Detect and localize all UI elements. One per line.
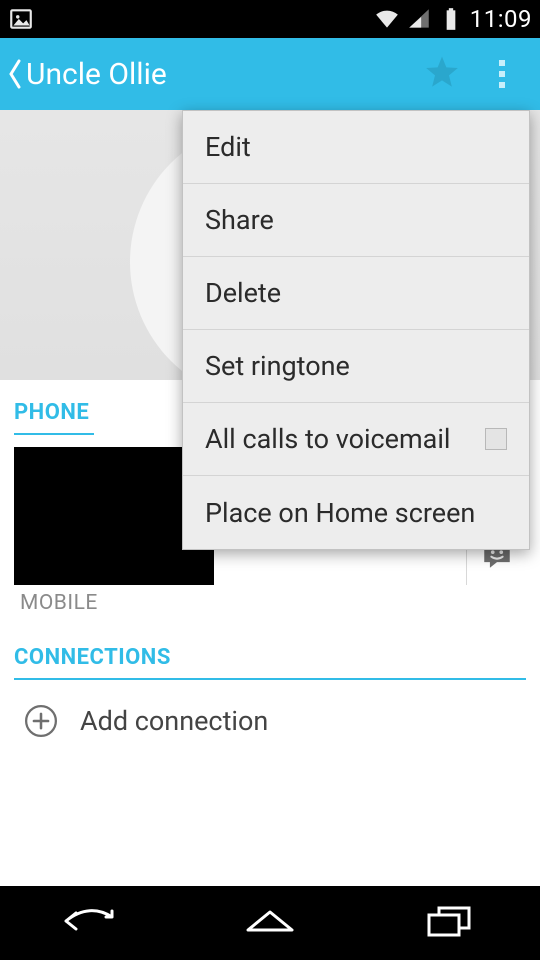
back-button[interactable] [6,38,24,110]
menu-item-set-ringtone[interactable]: Set ringtone [183,330,529,403]
add-connection-row[interactable]: Add connection [14,680,526,748]
wifi-icon [374,6,400,32]
status-bar: 11:09 [0,0,540,38]
nav-back-button[interactable] [45,899,135,947]
overflow-menu-button[interactable] [472,38,532,110]
navigation-bar [0,886,540,960]
overflow-menu: Edit Share Delete Set ringtone All calls… [182,110,530,550]
battery-icon [438,6,464,32]
plus-circle-icon [24,704,58,738]
menu-item-edit[interactable]: Edit [183,111,529,184]
cell-signal-icon [406,6,432,32]
menu-item-label: Set ringtone [205,350,350,382]
home-icon [242,904,298,942]
menu-item-label: All calls to voicemail [205,423,450,455]
back-icon [60,903,120,943]
menu-item-all-calls-to-voicemail[interactable]: All calls to voicemail [183,403,529,476]
picture-notification-icon [8,6,34,32]
action-bar: Uncle Ollie [0,38,540,110]
menu-item-share[interactable]: Share [183,184,529,257]
section-divider [14,433,94,435]
page-title: Uncle Ollie [26,57,167,92]
section-label-connections: CONNECTIONS [14,645,526,670]
menu-item-label: Share [205,204,274,236]
menu-item-label: Delete [205,277,281,309]
favorite-button[interactable] [412,38,472,110]
star-icon [422,52,462,96]
voicemail-checkbox[interactable] [485,428,507,450]
nav-recents-button[interactable] [405,899,495,947]
menu-item-delete[interactable]: Delete [183,257,529,330]
menu-item-place-on-home-screen[interactable]: Place on Home screen [183,476,529,549]
menu-item-label: Edit [205,131,251,163]
phone-type-label: MOBILE [20,591,526,615]
add-connection-label: Add connection [80,705,268,737]
menu-item-label: Place on Home screen [205,497,475,529]
overflow-icon [499,60,505,88]
nav-home-button[interactable] [225,899,315,947]
recents-icon [425,903,475,943]
status-clock: 11:09 [470,5,532,33]
